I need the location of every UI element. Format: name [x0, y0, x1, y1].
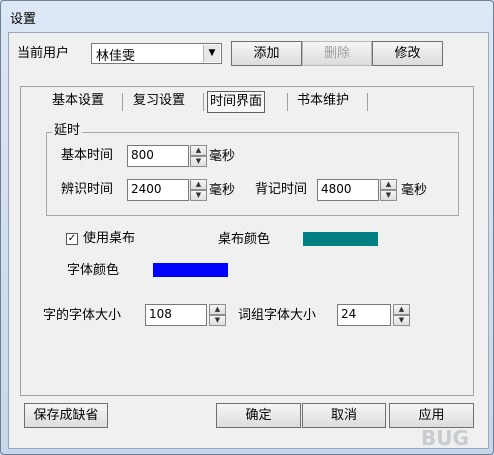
ok-button[interactable]: 确定	[216, 403, 301, 428]
tab-time-interface[interactable]: 时间界面	[207, 91, 266, 113]
char-font-size-stepper[interactable]: ▲ ▼	[209, 304, 226, 326]
spin-down-icon[interactable]: ▼	[209, 315, 226, 326]
window-title: 设置	[10, 12, 37, 27]
font-color-label: 字体颜色	[67, 263, 120, 278]
cancel-button[interactable]: 取消	[302, 403, 386, 428]
user-select-value: 林佳雯	[96, 49, 136, 64]
font-color-swatch[interactable]	[153, 263, 228, 277]
recite-time-label: 背记时间	[255, 182, 308, 197]
tab-book-maintenance[interactable]: 书本维护	[297, 91, 349, 111]
tab-divider	[367, 93, 368, 111]
phrase-font-size-label: 词组字体大小	[238, 308, 317, 323]
basic-time-unit: 毫秒	[209, 149, 236, 164]
recite-time-input[interactable]: 4800	[317, 179, 379, 201]
modify-user-button[interactable]: 修改	[372, 41, 443, 66]
recognition-time-input[interactable]: 2400	[127, 179, 189, 201]
delay-group-label: 延时	[52, 123, 83, 139]
spin-down-icon[interactable]: ▼	[393, 315, 410, 326]
recite-time-unit: 毫秒	[401, 183, 428, 198]
char-font-size-input[interactable]: 108	[145, 304, 207, 326]
spin-up-icon[interactable]: ▲	[190, 179, 207, 190]
basic-time-stepper[interactable]: ▲ ▼	[190, 145, 207, 167]
delete-user-button[interactable]: 删除	[302, 41, 372, 66]
tab-basic-settings[interactable]: 基本设置	[52, 91, 104, 111]
chevron-down-icon[interactable]: ▼	[203, 45, 220, 62]
spin-up-icon[interactable]: ▲	[380, 179, 397, 190]
tab-divider	[122, 93, 123, 111]
recite-time-value: 4800	[321, 182, 352, 196]
tab-divider	[287, 93, 288, 111]
watermark-logo: BUG	[421, 426, 469, 450]
basic-time-value: 800	[131, 148, 154, 162]
tab-divider	[203, 93, 204, 111]
title-bar[interactable]: 设置	[1, 1, 493, 31]
tablecloth-color-label: 桌布颜色	[218, 232, 271, 247]
spin-down-icon[interactable]: ▼	[190, 190, 207, 201]
basic-time-input[interactable]: 800	[127, 145, 189, 167]
phrase-font-size-stepper[interactable]: ▲ ▼	[393, 304, 410, 326]
recite-time-stepper[interactable]: ▲ ▼	[380, 179, 397, 201]
recognition-time-label: 辨识时间	[61, 182, 114, 197]
use-tablecloth-label: 使用桌布	[83, 231, 136, 246]
tab-review-settings[interactable]: 复习设置	[133, 91, 185, 111]
recognition-time-stepper[interactable]: ▲ ▼	[190, 179, 207, 201]
spin-up-icon[interactable]: ▲	[190, 145, 207, 156]
current-user-label: 当前用户	[17, 46, 70, 61]
add-user-button[interactable]: 添加	[231, 41, 302, 66]
spin-up-icon[interactable]: ▲	[393, 304, 410, 315]
settings-window: 设置 当前用户 林佳雯 ▼ 添加 删除 修改 基本设置 复习设置 时间界面 书本…	[0, 0, 494, 455]
user-select[interactable]: 林佳雯 ▼	[91, 43, 222, 64]
save-as-default-button[interactable]: 保存成缺省	[24, 403, 108, 428]
dialog-client: 当前用户 林佳雯 ▼ 添加 删除 修改 基本设置 复习设置 时间界面 书本维护 …	[8, 32, 489, 449]
tablecloth-color-swatch[interactable]	[303, 232, 378, 246]
apply-button[interactable]: 应用	[389, 403, 474, 428]
use-tablecloth-checkbox[interactable]: ✓	[66, 233, 78, 245]
spin-down-icon[interactable]: ▼	[190, 156, 207, 167]
recognition-time-unit: 毫秒	[209, 183, 236, 198]
spin-up-icon[interactable]: ▲	[209, 304, 226, 315]
phrase-font-size-input[interactable]: 24	[337, 304, 391, 326]
char-font-size-label: 字的字体大小	[43, 308, 122, 323]
spin-down-icon[interactable]: ▼	[380, 190, 397, 201]
basic-time-label: 基本时间	[61, 148, 114, 163]
delay-group	[46, 132, 459, 216]
recognition-time-value: 2400	[131, 182, 162, 196]
char-font-size-value: 108	[149, 307, 172, 321]
phrase-font-size-value: 24	[341, 307, 357, 321]
